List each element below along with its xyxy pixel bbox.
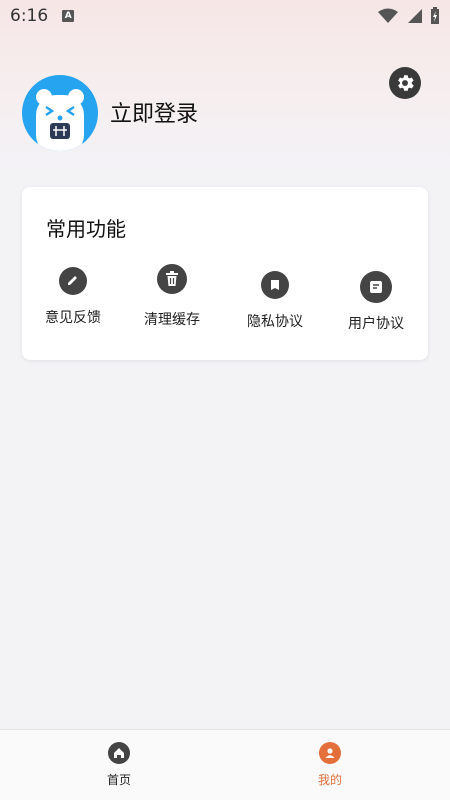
feature-label-privacy: 隐私协议: [247, 314, 303, 330]
nav-item-mine[interactable]: 我的: [290, 742, 370, 788]
feature-label-user-agreement: 用户协议: [348, 316, 404, 332]
feedback-button[interactable]: 意见反馈: [25, 267, 121, 327]
gear-icon: [398, 75, 414, 91]
document-icon: [261, 271, 289, 299]
home-icon: [108, 742, 130, 764]
bear-mascot-icon: [36, 89, 84, 151]
card-title: 常用功能: [46, 217, 126, 241]
wifi-icon: [378, 8, 398, 23]
settings-button[interactable]: [389, 67, 421, 99]
status-bar: 6:16 A: [0, 0, 450, 32]
notification-a-icon: A: [62, 10, 75, 22]
feature-label-clear-cache: 清理缓存: [144, 312, 200, 328]
bottom-navigation: 首页 我的: [0, 729, 450, 800]
nav-item-home[interactable]: 首页: [79, 742, 159, 788]
clear-cache-button[interactable]: 清理缓存: [124, 264, 220, 329]
feature-list: 意见反馈 清理缓存 隐私协议 用户协议: [22, 264, 428, 337]
user-icon: [319, 742, 341, 764]
feature-label-feedback: 意见反馈: [45, 310, 101, 326]
nav-label-home: 首页: [106, 773, 131, 787]
battery-charging-icon: [431, 7, 439, 24]
user-agreement-button[interactable]: 用户协议: [328, 267, 424, 333]
status-left: 6:16 A: [10, 6, 75, 26]
common-functions-card: 常用功能 意见反馈 清理缓存 隐私协议 用户协议: [22, 187, 428, 360]
note-icon: [360, 271, 392, 303]
privacy-agreement-button[interactable]: 隐私协议: [227, 267, 323, 331]
trash-icon: [157, 264, 187, 294]
pencil-icon: [59, 267, 87, 295]
avatar[interactable]: [22, 75, 98, 151]
signal-icon: [408, 9, 422, 23]
status-time: 6:16: [10, 6, 49, 26]
login-title[interactable]: 立即登录: [110, 96, 198, 128]
nav-label-mine: 我的: [317, 773, 342, 787]
status-right: [378, 7, 440, 25]
